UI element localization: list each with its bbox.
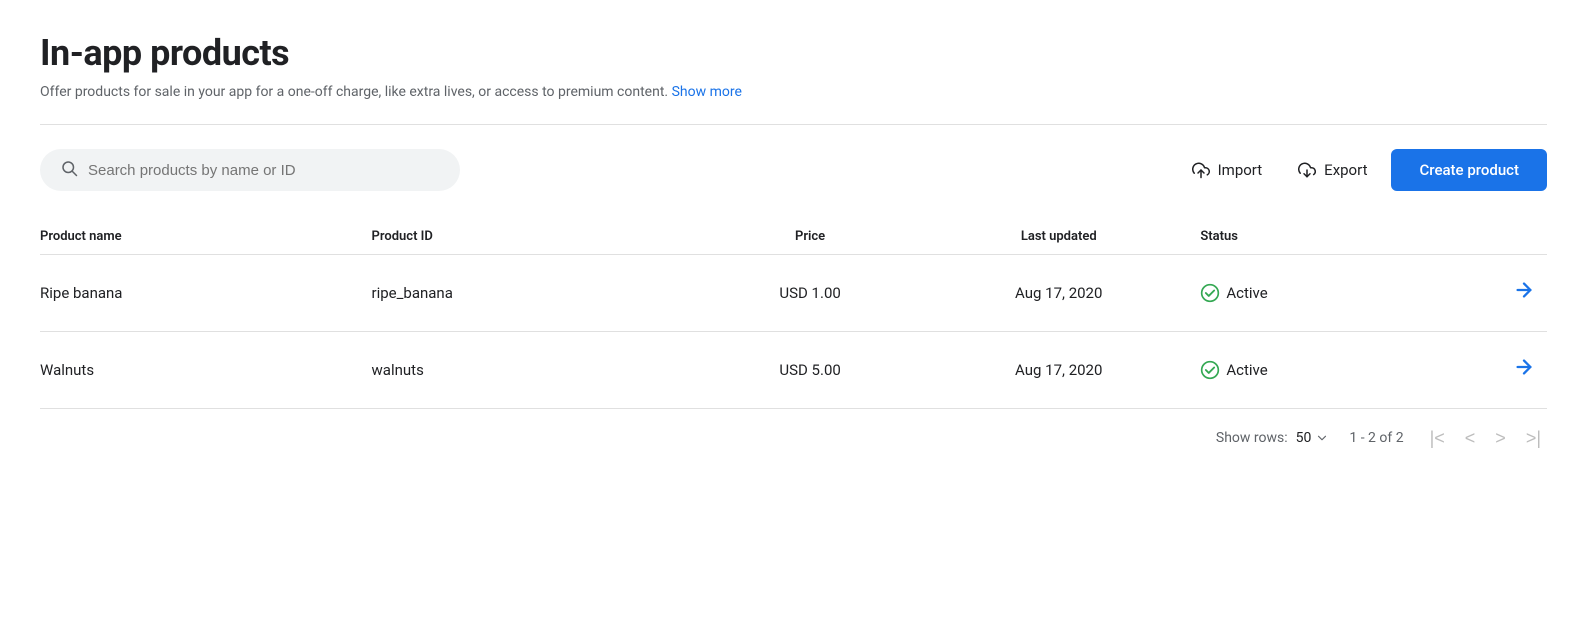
arrow-right-icon: [1513, 279, 1535, 301]
cell-product-name: Ripe banana: [40, 255, 372, 332]
toolbar: Import Export Create product: [40, 149, 1547, 191]
search-box: [40, 149, 460, 191]
cell-arrow[interactable]: [1426, 255, 1547, 332]
col-status: Status: [1200, 219, 1426, 255]
cell-price: USD 5.00: [703, 332, 929, 409]
row-detail-button[interactable]: [1505, 352, 1543, 388]
rows-per-page-select[interactable]: 50: [1296, 430, 1330, 446]
cell-arrow[interactable]: [1426, 332, 1547, 409]
table-header: Product name Product ID Price Last updat…: [40, 219, 1547, 255]
table-row: Ripe banana ripe_banana USD 1.00 Aug 17,…: [40, 255, 1547, 332]
prev-page-button[interactable]: <: [1459, 425, 1482, 451]
next-page-button[interactable]: >: [1489, 425, 1512, 451]
import-button[interactable]: Import: [1180, 153, 1275, 187]
cell-last-updated: Aug 17, 2020: [929, 255, 1200, 332]
table-header-row: Product name Product ID Price Last updat…: [40, 219, 1547, 255]
search-input[interactable]: [88, 162, 440, 179]
show-rows-label: Show rows:: [1216, 430, 1288, 446]
cell-last-updated: Aug 17, 2020: [929, 332, 1200, 409]
last-page-button[interactable]: >|: [1520, 425, 1547, 451]
first-page-button[interactable]: |<: [1424, 425, 1451, 451]
active-check-icon: [1200, 360, 1220, 380]
products-table: Product name Product ID Price Last updat…: [40, 219, 1547, 409]
col-product-name: Product name: [40, 219, 372, 255]
export-button[interactable]: Export: [1286, 153, 1379, 187]
row-detail-button[interactable]: [1505, 275, 1543, 311]
cell-price: USD 1.00: [703, 255, 929, 332]
arrow-right-icon: [1513, 356, 1535, 378]
col-last-updated: Last updated: [929, 219, 1200, 255]
search-icon: [60, 159, 78, 181]
col-price: Price: [703, 219, 929, 255]
download-icon: [1298, 161, 1316, 179]
show-more-link[interactable]: Show more: [672, 84, 742, 100]
col-action: [1426, 219, 1547, 255]
chevron-down-icon: [1315, 431, 1329, 445]
page-title: In-app products: [40, 32, 1547, 74]
create-product-button[interactable]: Create product: [1391, 149, 1547, 191]
cell-status: Active: [1200, 255, 1426, 332]
table-row: Walnuts walnuts USD 5.00 Aug 17, 2020 Ac…: [40, 332, 1547, 409]
col-product-id: Product ID: [372, 219, 704, 255]
table-body: Ripe banana ripe_banana USD 1.00 Aug 17,…: [40, 255, 1547, 409]
cell-status: Active: [1200, 332, 1426, 409]
cell-product-id: walnuts: [372, 332, 704, 409]
upload-icon: [1192, 161, 1210, 179]
cell-product-name: Walnuts: [40, 332, 372, 409]
active-check-icon: [1200, 283, 1220, 303]
page-subtitle: Offer products for sale in your app for …: [40, 84, 1547, 100]
divider: [40, 124, 1547, 125]
cell-product-id: ripe_banana: [372, 255, 704, 332]
status-label: Active: [1226, 284, 1267, 302]
page-container: In-app products Offer products for sale …: [0, 0, 1587, 487]
status-label: Active: [1226, 361, 1267, 379]
pagination-row: Show rows: 50 1 - 2 of 2 |< < > >|: [40, 409, 1547, 455]
page-info: 1 - 2 of 2: [1349, 430, 1403, 446]
